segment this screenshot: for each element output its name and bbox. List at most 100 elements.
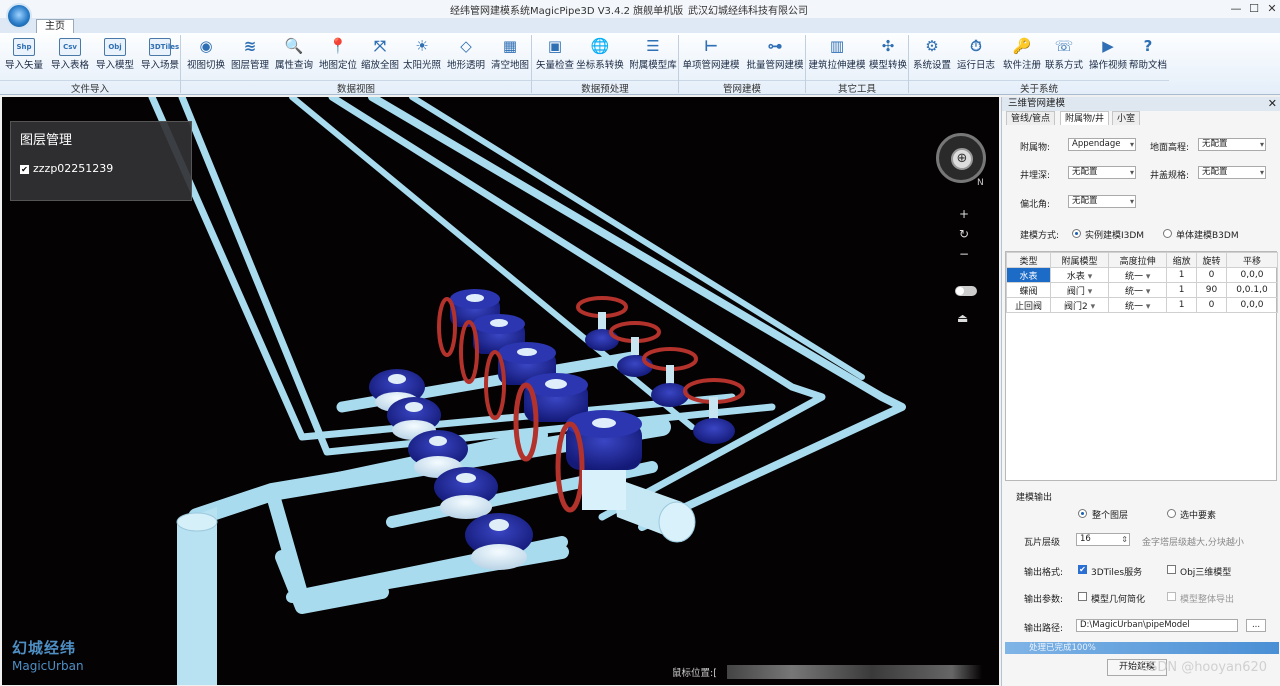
attachment-select[interactable]: Appendage ▾ — [1068, 138, 1136, 151]
grid-cell[interactable]: 统一 ▾ — [1108, 267, 1168, 283]
layer-item[interactable]: ✔ zzzp02251239 — [20, 162, 113, 175]
tab-chambers[interactable]: 小室 — [1112, 111, 1141, 125]
eraser-icon[interactable]: ⏏ — [957, 311, 973, 325]
grid-cell-text: 90 — [1205, 285, 1218, 295]
system-settings-icon: ⚙ — [925, 37, 939, 55]
terrain-toggle[interactable] — [955, 286, 977, 296]
whole-export-checkbox[interactable] — [1167, 592, 1176, 601]
grid-row[interactable]: 止回阀 阀门2 ▾ 统一 ▾ 1 0 0,0,0 — [1006, 297, 1279, 313]
grid-cell[interactable]: 0 — [1196, 267, 1227, 283]
contact-button[interactable]: ☏ 联系方式 — [1044, 35, 1084, 71]
compass-icon[interactable]: ⊕ N — [936, 133, 986, 188]
cover-spec-select[interactable]: 无配置 ▾ — [1198, 166, 1266, 179]
minimize-button[interactable]: — — [1226, 1, 1246, 16]
grid-cell[interactable]: 阀门2 ▾ — [1049, 297, 1110, 313]
close-button[interactable]: ✕ — [1262, 1, 1280, 16]
format-3dtiles-checkbox[interactable]: ✔ — [1078, 565, 1087, 574]
output-path-input[interactable]: D:\MagicUrban\pipeModel — [1076, 619, 1238, 632]
grid-cell[interactable]: 水表 ▾ — [1049, 267, 1110, 283]
grid-row[interactable]: 水表 水表 ▾ 统一 ▾ 1 0 0,0,0 — [1006, 267, 1279, 283]
chevron-down-icon[interactable]: ▾ — [1143, 287, 1151, 297]
map-viewport[interactable]: 图层管理 ✔ zzzp02251239 ⊕ N + ↻ − ⏏ 幻城经纬 Magi… — [2, 97, 999, 685]
tile-level-value: 16 — [1080, 534, 1091, 544]
run-log-button[interactable]: ⏱ 运行日志 — [956, 35, 996, 71]
grid-cell[interactable]: 0,0,0 — [1225, 297, 1279, 313]
grid-cell[interactable]: 0,0.1,0 — [1225, 282, 1279, 298]
zoom-in-button[interactable]: + — [956, 206, 972, 222]
grid-cell[interactable]: 水表 — [1006, 267, 1051, 283]
reset-view-button[interactable]: ↻ — [956, 226, 972, 242]
grid-cell[interactable]: 1 — [1166, 282, 1198, 298]
batch-pipe-model-button[interactable]: ⊶ 批量管网建模 — [746, 35, 804, 71]
format-obj-checkbox[interactable] — [1167, 565, 1176, 574]
tutorial-video-button[interactable]: ▶ 操作视频 — [1088, 35, 1128, 71]
maximize-button[interactable]: ☐ — [1244, 1, 1264, 16]
clear-map-button[interactable]: ▦ 清空地图 — [490, 35, 530, 71]
software-register-button[interactable]: 🔑 软件注册 — [1002, 35, 1042, 71]
crs-convert-button[interactable]: 🌐 坐标系转换 — [576, 35, 624, 71]
help-doc-button[interactable]: ? 帮助文档 — [1128, 35, 1168, 71]
vector-check-button[interactable]: ▣ 矢量检查 — [534, 35, 576, 71]
view-switch-label: 视图切换 — [186, 60, 225, 71]
grid-cell[interactable]: 1 — [1166, 297, 1198, 313]
output-format-label: 输出格式: — [1024, 568, 1064, 578]
grid-cell[interactable]: 蝶阀 — [1006, 282, 1051, 298]
attachment-library-icon: ☰ — [646, 37, 660, 55]
terrain-transparent-button[interactable]: ◇ 地形透明 — [446, 35, 486, 71]
browse-button[interactable]: ... — [1246, 619, 1266, 632]
tile-level-spinner[interactable]: 16 ⇕ — [1076, 533, 1130, 546]
sun-light-button[interactable]: ☀ 太阳光照 — [402, 35, 442, 71]
zoom-full-button[interactable]: ⤧ 缩放全图 — [360, 35, 400, 71]
panel-close-icon[interactable]: ✕ — [1268, 97, 1277, 111]
import-vector-label: 导入矢量 — [4, 60, 43, 71]
compass-center-icon[interactable]: ⊕ — [951, 148, 973, 170]
grid-cell-text: 0,0,0 — [1240, 270, 1264, 280]
crs-convert-icon: 🌐 — [590, 37, 610, 55]
group-data-view: 数据视图 — [181, 80, 531, 95]
grid-cell[interactable]: 90 — [1196, 282, 1227, 298]
import-scene-button[interactable]: 3DTiles 导入场景 — [140, 35, 180, 71]
view-switch-button[interactable]: ◉ 视图切换 — [186, 35, 226, 71]
attachment-library-button[interactable]: ☰ 附属模型库 — [628, 35, 678, 71]
chevron-down-icon[interactable]: ▾ — [1088, 302, 1096, 312]
grid-cell-text: 水表 — [1066, 271, 1085, 282]
ground-elevation-select[interactable]: 无配置 ▾ — [1198, 138, 1266, 151]
grid-cell[interactable]: 0,0,0 — [1225, 267, 1279, 283]
import-table-button[interactable]: Csv 导入表格 — [50, 35, 90, 71]
chevron-down-icon[interactable]: ▾ — [1143, 272, 1151, 282]
layer-checkbox[interactable]: ✔ — [20, 164, 29, 174]
grid-row[interactable]: 蝶阀 阀门 ▾ 统一 ▾ 1 90 0,0.1,0 — [1006, 282, 1279, 298]
map-locate-button[interactable]: 📍 地图定位 — [318, 35, 358, 71]
tab-pipes[interactable]: 管线/管点 — [1006, 111, 1056, 125]
output-all-radio[interactable] — [1078, 509, 1087, 518]
grid-cell[interactable]: 止回阀 — [1006, 297, 1051, 313]
grid-cell[interactable]: 统一 ▾ — [1108, 297, 1168, 313]
mode-single-radio[interactable] — [1163, 229, 1172, 238]
zoom-out-button[interactable]: − — [956, 246, 972, 262]
help-doc-icon: ? — [1143, 37, 1153, 55]
software-register-icon: 🔑 — [1012, 37, 1032, 55]
model-convert-button[interactable]: ✣ 模型转换 — [868, 35, 908, 71]
output-selected-radio[interactable] — [1167, 509, 1176, 518]
layer-manager-button[interactable]: ≋ 图层管理 — [230, 35, 270, 71]
app-logo-icon[interactable] — [6, 3, 32, 29]
chevron-down-icon[interactable]: ▾ — [1085, 287, 1093, 297]
mode-instance-radio[interactable] — [1072, 229, 1081, 238]
import-vector-button[interactable]: Shp 导入矢量 — [4, 35, 44, 71]
single-pipe-model-button[interactable]: ⊢ 单项管网建模 — [682, 35, 740, 71]
grid-cell[interactable]: 统一 ▾ — [1108, 282, 1168, 298]
chevron-down-icon[interactable]: ▾ — [1143, 302, 1151, 312]
system-settings-button[interactable]: ⚙ 系统设置 — [912, 35, 952, 71]
group-preprocess: 数据预处理 — [532, 80, 678, 95]
import-model-button[interactable]: Obj 导入模型 — [95, 35, 135, 71]
chevron-down-icon[interactable]: ▾ — [1085, 272, 1093, 282]
building-extrude-button[interactable]: ▥ 建筑拉伸建模 — [808, 35, 866, 71]
grid-cell[interactable]: 0 — [1196, 297, 1227, 313]
well-depth-select[interactable]: 无配置 ▾ — [1068, 166, 1136, 179]
north-angle-select[interactable]: 无配置 ▾ — [1068, 195, 1136, 208]
grid-cell[interactable]: 1 — [1166, 267, 1198, 283]
grid-cell[interactable]: 阀门 ▾ — [1049, 282, 1110, 298]
simplify-checkbox[interactable] — [1078, 592, 1087, 601]
attribute-query-button[interactable]: 🔍 属性查询 — [274, 35, 314, 71]
tab-attachments[interactable]: 附属物/井 — [1060, 111, 1110, 125]
